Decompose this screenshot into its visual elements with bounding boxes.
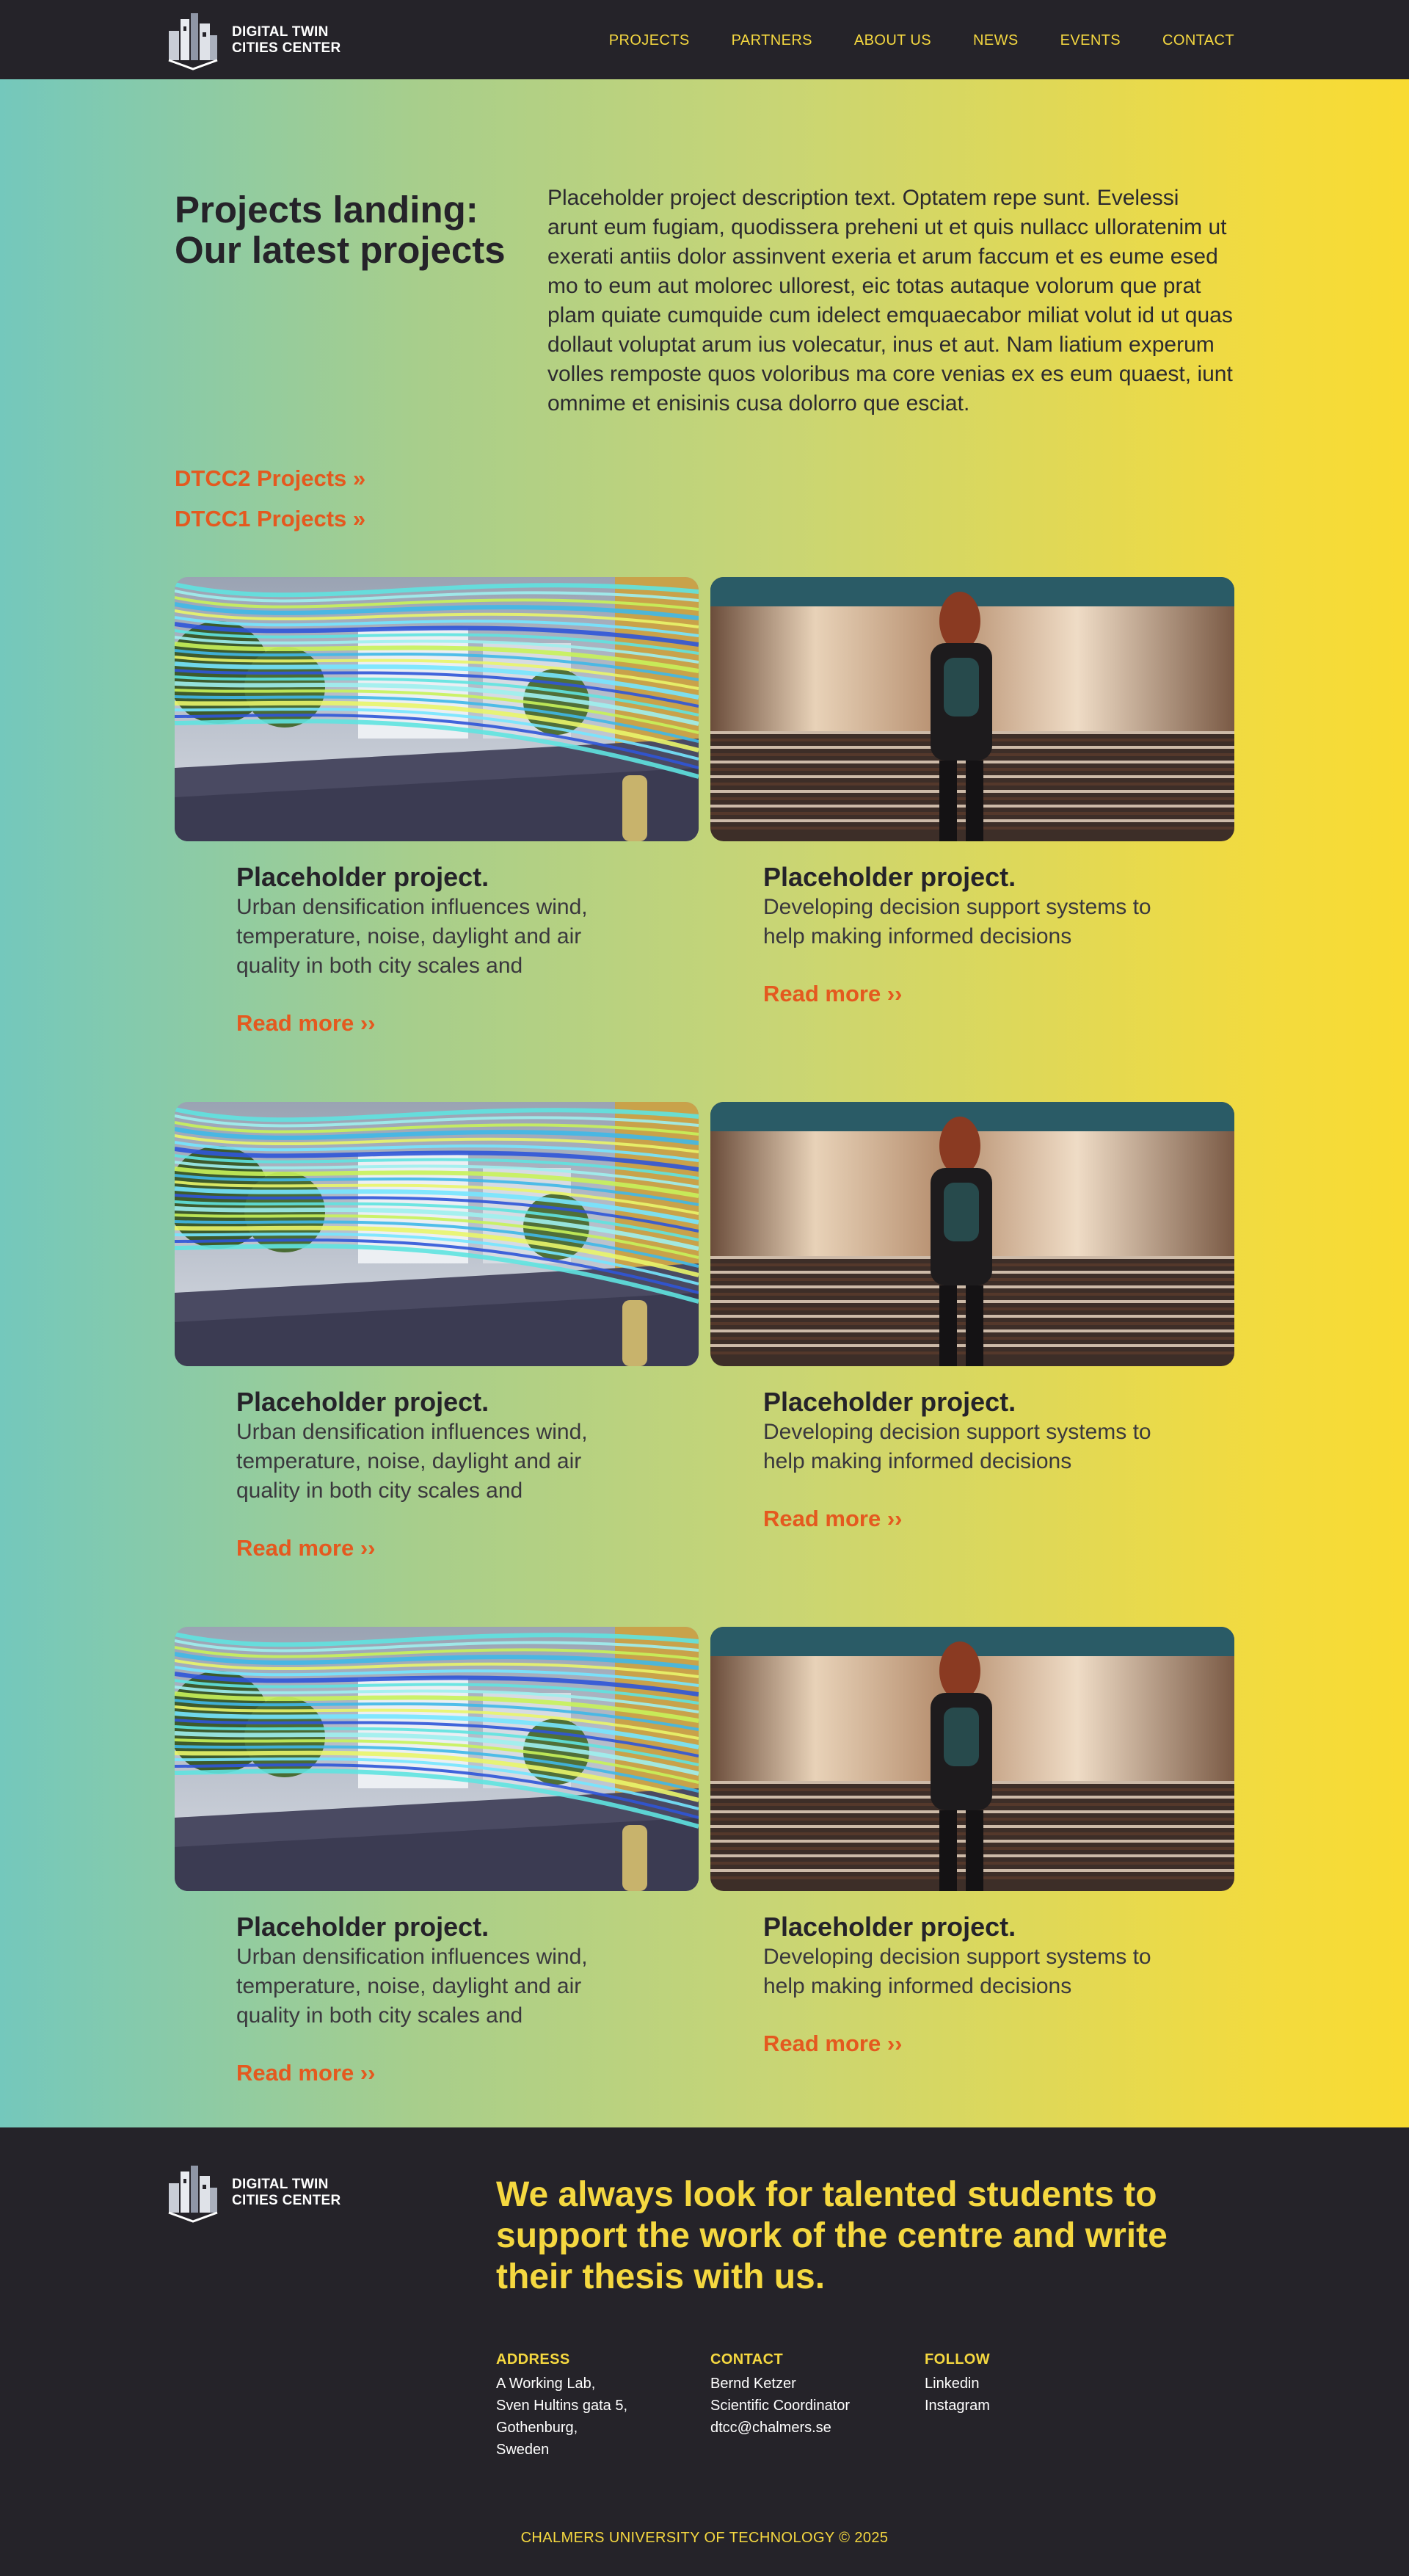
nav-contact[interactable]: CONTACT [1162, 32, 1234, 49]
site-header: DIGITAL TWIN CITIES CENTER PROJECTS PART… [0, 0, 1409, 79]
contact-email-link[interactable]: dtcc@chalmers.se [710, 2417, 925, 2439]
wind-simulation-street-image[interactable] [175, 1102, 699, 1366]
project-card: Placeholder project. Urban densification… [175, 577, 699, 1037]
site-logo[interactable]: DIGITAL TWIN CITIES CENTER [166, 10, 341, 70]
project-card: Placeholder project. Developing decision… [710, 577, 1234, 1007]
footer-follow: FOLLOW Linkedin Instagram [925, 2351, 1139, 2461]
read-more-link[interactable]: Read more ›› [763, 981, 902, 1007]
card-description: Urban densification influences wind, tem… [236, 895, 588, 978]
card-title: Placeholder project. [236, 1912, 489, 1942]
card-description: Developing decision support systems to h… [763, 1420, 1151, 1473]
project-card: Placeholder project. Developing decision… [710, 1627, 1234, 2057]
logo-line-2: CITIES CENTER [232, 40, 341, 56]
copyright: CHALMERS UNIVERSITY OF TECHNOLOGY © 2025 [520, 2530, 889, 2546]
logo-buildings-icon [168, 13, 218, 70]
dtcc2-projects-link[interactable]: DTCC2 Projects » [175, 458, 365, 498]
nav-projects[interactable]: PROJECTS [609, 32, 690, 49]
address-line: Sven Hultins gata 5, [496, 2398, 627, 2414]
footer-headline: We always look for talented students to … [496, 2175, 1168, 2296]
linkedin-link[interactable]: Linkedin [925, 2373, 1139, 2395]
card-body: Placeholder project. Developing decision… [710, 1891, 1234, 2057]
logo-text: DIGITAL TWIN CITIES CENTER [232, 24, 341, 57]
footer-columns: ADDRESS A Working Lab, Sven Hultins gata… [496, 2351, 1139, 2461]
person-at-train-image[interactable] [710, 577, 1234, 841]
follow-heading: FOLLOW [925, 2351, 991, 2368]
footer-logo-line-1: DIGITAL TWIN [232, 2177, 329, 2192]
intro-description: Placeholder project description text. Op… [547, 186, 1233, 416]
read-more-link[interactable]: Read more ›› [763, 2031, 902, 2057]
logo-line-1: DIGITAL TWIN [232, 24, 329, 40]
contact-role: Scientific Coordinator [710, 2398, 851, 2414]
card-body: Placeholder project. Urban densification… [175, 1366, 699, 1561]
card-description: Developing decision support systems to h… [763, 895, 1151, 948]
card-body: Placeholder project. Developing decision… [710, 1366, 1234, 1532]
card-body: Placeholder project. Urban densification… [175, 841, 699, 1037]
project-card: Placeholder project. Urban densification… [175, 1627, 699, 2086]
card-title: Placeholder project. [236, 1387, 489, 1417]
card-title: Placeholder project. [763, 1387, 1016, 1417]
card-title: Placeholder project. [763, 1912, 1016, 1942]
project-card: Placeholder project. Developing decision… [710, 1102, 1234, 1532]
project-row: Placeholder project. Urban densification… [175, 496, 1234, 1036]
card-description: Urban densification influences wind, tem… [236, 1420, 588, 1503]
project-grid: Placeholder project. Urban densification… [175, 496, 1234, 2086]
contact-name: Bernd Ketzer [710, 2376, 796, 2392]
contact-heading: CONTACT [710, 2351, 784, 2368]
project-row: Placeholder project. Urban densification… [175, 1021, 1234, 1561]
card-title: Placeholder project. [236, 862, 489, 892]
address-line: Sweden [496, 2442, 550, 2458]
wind-simulation-street-image[interactable] [175, 577, 699, 841]
nav-news[interactable]: NEWS [973, 32, 1019, 49]
read-more-link[interactable]: Read more ›› [763, 1506, 902, 1532]
instagram-link[interactable]: Instagram [925, 2395, 1139, 2417]
read-more-link[interactable]: Read more ›› [236, 2060, 375, 2086]
person-at-train-image[interactable] [710, 1627, 1234, 1891]
address-heading: ADDRESS [496, 2351, 570, 2368]
person-at-train-image[interactable] [710, 1102, 1234, 1366]
footer-contact: CONTACT Bernd Ketzer Scientific Coordina… [710, 2351, 925, 2461]
project-row: Placeholder project. Urban densification… [175, 1546, 1234, 2086]
site-footer: DIGITAL TWIN CITIES CENTER We always loo… [0, 2127, 1409, 2576]
page-title: Projects landing: Our latest projects [175, 189, 506, 271]
card-title: Placeholder project. [763, 862, 1016, 892]
address-line: Gothenburg, [496, 2420, 578, 2436]
card-description: Developing decision support systems to h… [763, 1945, 1151, 1998]
main-content: Projects landing: Our latest projects DT… [0, 79, 1409, 2127]
nav-events[interactable]: EVENTS [1060, 32, 1121, 49]
wind-simulation-street-image[interactable] [175, 1627, 699, 1891]
logo-buildings-icon [168, 2166, 218, 2223]
footer-logo-line-2: CITIES CENTER [232, 2193, 341, 2208]
nav-partners[interactable]: PARTNERS [732, 32, 812, 49]
footer-logo-text: DIGITAL TWIN CITIES CENTER [232, 2177, 341, 2209]
card-description: Urban densification influences wind, tem… [236, 1945, 588, 2028]
main-nav: PROJECTS PARTNERS ABOUT US NEWS EVENTS C… [609, 32, 1234, 49]
address-line: A Working Lab, [496, 2376, 596, 2392]
nav-about-us[interactable]: ABOUT US [854, 32, 931, 49]
card-body: Placeholder project. Developing decision… [710, 841, 1234, 1007]
footer-logo[interactable]: DIGITAL TWIN CITIES CENTER [166, 2163, 341, 2223]
footer-address: ADDRESS A Working Lab, Sven Hultins gata… [496, 2351, 710, 2461]
project-card: Placeholder project. Urban densification… [175, 1102, 699, 1561]
card-body: Placeholder project. Urban densification… [175, 1891, 699, 2086]
